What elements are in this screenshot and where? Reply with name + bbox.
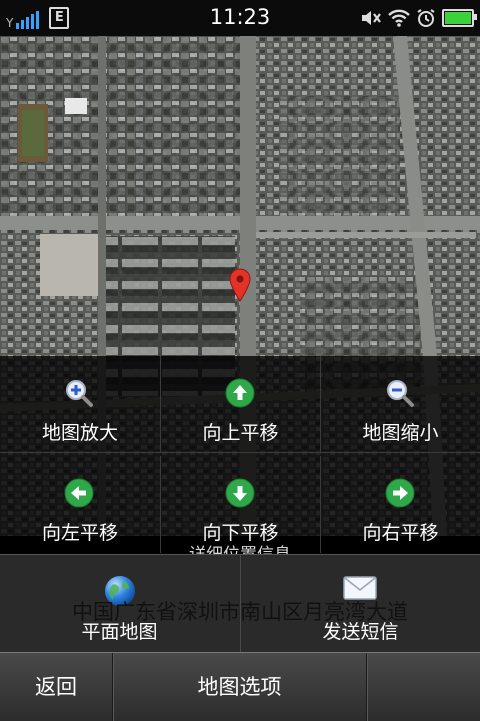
alarm-icon: [417, 9, 435, 27]
zoom-out-icon: [387, 380, 414, 407]
plan-map-label: 平面地图: [81, 621, 158, 643]
mute-icon: [362, 11, 381, 25]
pan-right-button[interactable]: 向右平移: [321, 456, 480, 553]
map-options-panel: 平面地图 发送短信: [0, 554, 480, 653]
zoom-in-icon: [66, 380, 93, 407]
arrow-left-icon: [64, 478, 94, 508]
zoom-in-label: 地图放大: [41, 422, 118, 444]
send-sms-button[interactable]: 发送短信: [241, 555, 480, 653]
wifi-icon: [388, 9, 410, 27]
arrow-right-icon: [385, 478, 415, 508]
pan-up-label: 向上平移: [202, 422, 279, 444]
pan-up-button[interactable]: 向上平移: [161, 356, 321, 453]
pan-down-button[interactable]: 向下平移: [161, 456, 321, 553]
send-sms-label: 发送短信: [322, 621, 399, 643]
plan-map-button[interactable]: 平面地图: [0, 555, 239, 653]
back-button[interactable]: 返回: [0, 653, 112, 721]
battery-icon: [442, 9, 477, 27]
battery-level: [445, 12, 471, 24]
bottom-bar-empty-slot[interactable]: [367, 653, 480, 721]
location-pin-icon[interactable]: [229, 268, 251, 302]
arrow-down-icon: [225, 478, 255, 508]
zoom-out-button[interactable]: 地图缩小: [321, 356, 480, 453]
globe-icon: [105, 576, 135, 606]
status-right: [360, 8, 477, 28]
zoom-in-button[interactable]: 地图放大: [0, 356, 161, 453]
map-controls: 地图放大 向上平移 地图缩小 向左平移 向下平移 向右平移: [0, 356, 480, 553]
pan-left-button[interactable]: 向左平移: [0, 456, 161, 553]
arrow-up-icon: [225, 378, 255, 408]
status-bar: Y E 11:23: [0, 0, 480, 36]
envelope-icon: [343, 576, 377, 600]
zoom-out-label: 地图缩小: [362, 422, 439, 444]
bottom-action-bar: 返回 地图选项: [0, 652, 480, 721]
map-options-button[interactable]: 地图选项: [113, 653, 366, 721]
